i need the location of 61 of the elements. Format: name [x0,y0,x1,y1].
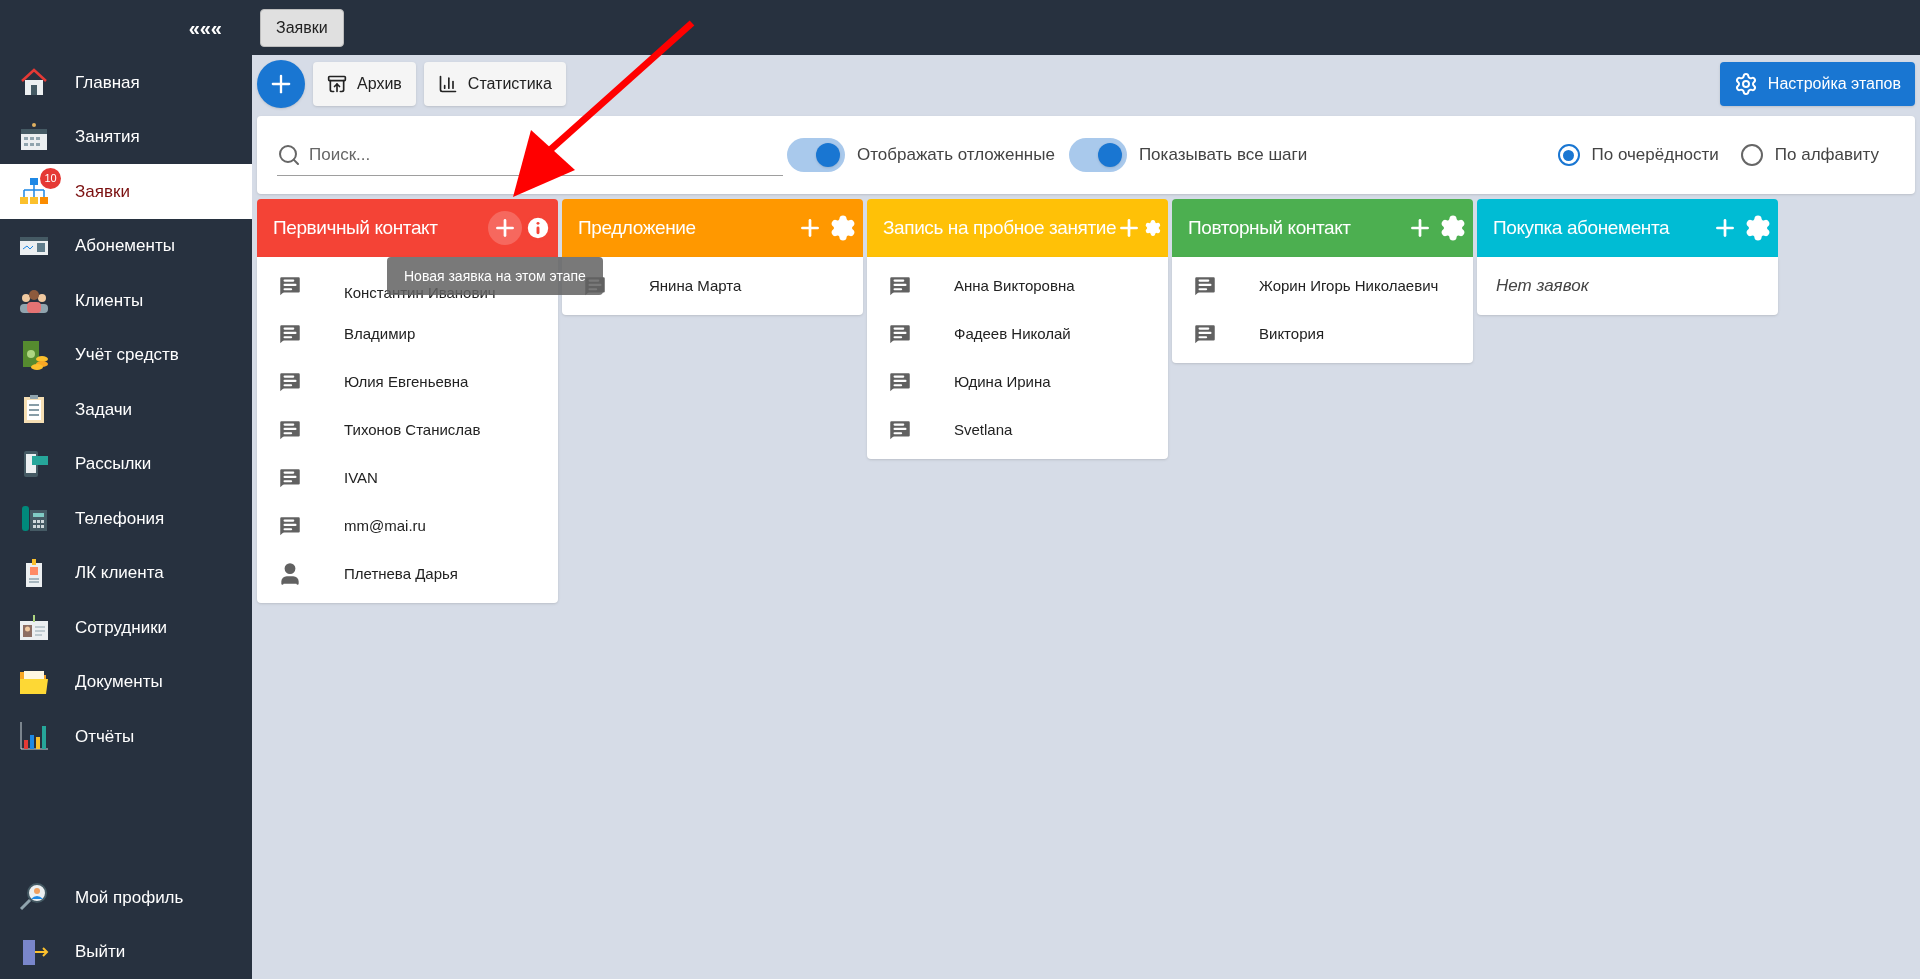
settings-icon[interactable] [1744,214,1772,242]
bar-chart-icon [18,720,50,753]
settings-icon [1733,72,1758,96]
info-icon[interactable] [524,214,552,242]
request-name[interactable]: Виктория [1259,322,1324,346]
count-badge: 10 [40,168,61,189]
column-header: Повторный контакт [1172,199,1473,257]
request-name[interactable]: Жорин Игорь Николаевич [1259,274,1439,298]
sidebar-item[interactable]: Телефония [0,491,252,546]
sidebar-item[interactable]: Отчёты [0,709,252,764]
calendar-icon [18,120,50,153]
search-icon [277,142,301,167]
empty-message: Нет заявок [1496,275,1589,298]
sidebar-item[interactable]: Задачи [0,382,252,437]
sidebar-item[interactable]: Главная [0,55,252,110]
column-header: Покупка абонемента [1477,199,1778,257]
column-header: Предложение [562,199,863,257]
toggle-switch[interactable] [787,138,845,172]
request-name[interactable]: Янина Марта [649,274,742,298]
sidebar-item[interactable]: 10 Заявки [0,164,252,219]
sidebar-item[interactable]: Абонементы [0,218,252,273]
sidebar-item[interactable]: Учёт средств [0,327,252,382]
toggle-label: Показывать все шаги [1138,144,1308,167]
column-header: Запись на пробное занятие [867,199,1168,257]
request-name[interactable]: mm@mai.ru [344,514,426,538]
sidebar-item[interactable]: Клиенты [0,273,252,328]
settings-icon[interactable] [829,214,857,242]
request-name[interactable]: IVAN [344,466,378,490]
toggle-switch[interactable] [1068,138,1127,172]
search-field[interactable]: Поиск... [309,139,783,170]
archive-button[interactable]: Архив [313,62,416,106]
radio-button[interactable] [1557,144,1580,166]
settings-icon[interactable] [1439,214,1467,242]
sidebar-item[interactable]: Мой профиль [0,870,252,925]
sidebar-item[interactable]: Выйти [0,924,252,979]
request-name[interactable]: Плетнева Дарья [344,562,458,586]
radio-label: По очерёдности [1591,144,1719,167]
request-name[interactable]: Юдина Ирина [954,370,1051,394]
request-name[interactable]: Svetlana [954,418,1013,442]
column-header: Первичный контакт [257,199,558,257]
request-name[interactable]: Тихонов Станислав [344,418,481,442]
radio-button[interactable] [1740,144,1763,166]
sidebar-item[interactable]: Сотрудники [0,600,252,655]
request-name[interactable]: Юлия Евгеньевна [344,370,469,394]
radio-label: По алфавиту [1774,144,1879,167]
sidebar-item[interactable]: Занятия [0,109,252,164]
request-name[interactable]: Анна Викторовна [954,274,1075,298]
statistics-button[interactable]: Статистика [423,62,566,106]
sidebar-item[interactable]: ЛК клиента [0,545,252,600]
bar-chart-icon [437,74,458,94]
page-tab[interactable]: Заявки [260,8,344,47]
add-request-button[interactable] [488,211,522,245]
stage-settings-button[interactable]: Настройка этапов [1719,62,1915,106]
archive-icon [327,74,347,94]
collapse-button[interactable]: ««« [188,12,222,43]
sidebar-item[interactable]: Рассылки [0,436,252,491]
request-name[interactable]: Владимир [344,322,416,346]
toggle-label: Отображать отложенные [857,144,1055,167]
request-name[interactable]: Фадеев Николай [954,322,1071,346]
add-button[interactable] [257,60,305,108]
sidebar-item[interactable]: Документы [0,654,252,709]
